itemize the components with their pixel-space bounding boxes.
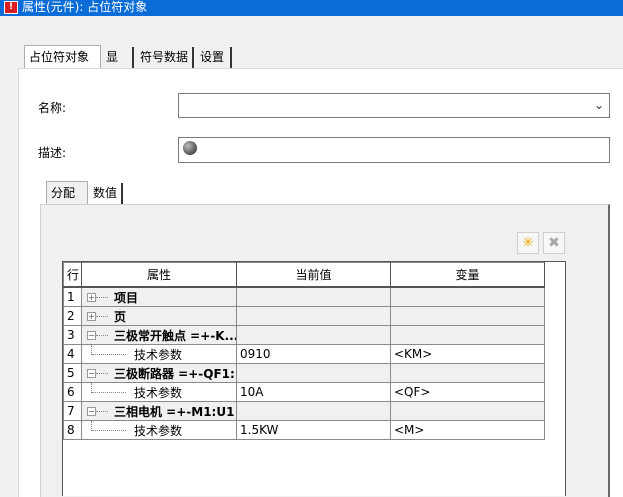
collapse-icon[interactable]: −: [87, 330, 96, 340]
tab-assignment[interactable]: 分配: [46, 181, 88, 204]
attribute-label: 技术参数: [134, 385, 183, 400]
current-value-cell[interactable]: 0910: [236, 343, 391, 364]
description-label: 描述:: [38, 146, 67, 160]
table-row[interactable]: 8 技术参数 1.5KW <M>: [63, 419, 545, 440]
attribute-label: 技术参数: [134, 347, 183, 362]
tab-placeholder-object[interactable]: 占位符对象: [24, 45, 101, 68]
attribute-label: 项目: [114, 290, 139, 305]
table-row[interactable]: 3− 三极常开触点 =+-K...: [63, 324, 545, 345]
attribute-label: 三极断路器 =+-QF1:1: [114, 366, 237, 381]
attribute-cell[interactable]: 技术参数: [81, 419, 237, 440]
globe-icon[interactable]: [183, 141, 197, 155]
title-bar: ! 属性(元件): 占位符对象: [0, 0, 623, 16]
attribute-cell[interactable]: − 三相电机 =+-M1:U1: [81, 400, 237, 421]
current-value-cell[interactable]: 1.5KW: [236, 419, 391, 440]
attribute-label: 页: [114, 309, 127, 324]
delete-x-icon[interactable]: ✖: [543, 232, 565, 254]
description-field[interactable]: [178, 137, 610, 163]
current-value-cell[interactable]: [236, 362, 391, 383]
row-number: 1: [63, 286, 82, 307]
variable-cell[interactable]: [390, 324, 545, 345]
attribute-label: 三极常开触点 =+-K...: [114, 328, 237, 343]
row-number: 4: [63, 343, 82, 364]
table-row[interactable]: 5− 三极断路器 =+-QF1:1: [63, 362, 545, 383]
variable-cell[interactable]: [390, 305, 545, 326]
collapse-icon[interactable]: −: [87, 368, 96, 378]
name-label: 名称:: [38, 101, 67, 115]
tab-symbol-data[interactable]: 符号数据: [136, 47, 194, 68]
attribute-cell[interactable]: − 三极断路器 =+-QF1:1: [81, 362, 237, 383]
variable-cell[interactable]: [390, 362, 545, 383]
row-number: 5: [63, 362, 82, 383]
chevron-down-icon[interactable]: ⌄: [594, 98, 604, 112]
warning-icon: !: [4, 1, 18, 14]
current-value-cell[interactable]: [236, 286, 391, 307]
variable-cell[interactable]: [390, 286, 545, 307]
row-number: 2: [63, 305, 82, 326]
header-current-value[interactable]: 当前值: [236, 262, 391, 288]
tab-values[interactable]: 数值: [89, 183, 123, 204]
current-value-cell[interactable]: 10A: [236, 381, 391, 402]
row-number: 3: [63, 324, 82, 345]
header-variable[interactable]: 变量: [390, 262, 545, 288]
tab-display[interactable]: 显示: [102, 47, 134, 85]
attribute-cell[interactable]: + 页: [81, 305, 237, 326]
table-row[interactable]: 4 技术参数 0910 <KM>: [63, 343, 545, 364]
attribute-cell[interactable]: − 三极常开触点 =+-K...: [81, 324, 237, 345]
table-row[interactable]: 7− 三相电机 =+-M1:U1: [63, 400, 545, 421]
attribute-label: 技术参数: [134, 423, 183, 438]
current-value-cell[interactable]: [236, 305, 391, 326]
attribute-cell[interactable]: 技术参数: [81, 381, 237, 402]
table-row[interactable]: 2 + 页: [63, 305, 545, 326]
attribute-cell[interactable]: + 项目: [81, 286, 237, 307]
expand-icon[interactable]: +: [87, 311, 96, 321]
attribute-label: 三相电机 =+-M1:U1: [114, 404, 235, 419]
window-title: 属性(元件): 占位符对象: [22, 0, 148, 14]
name-combobox[interactable]: ⌄: [178, 93, 610, 118]
attribute-cell[interactable]: 技术参数: [81, 343, 237, 364]
table-row[interactable]: 1 + 项目: [63, 286, 545, 307]
tab-settings[interactable]: 设置: [196, 47, 232, 68]
new-star-icon[interactable]: ✳: [517, 232, 539, 254]
header-attribute[interactable]: 属性: [81, 262, 237, 288]
variable-cell[interactable]: <M>: [390, 419, 545, 440]
table-row[interactable]: 6 技术参数 10A <QF>: [63, 381, 545, 402]
header-row-number: 行: [63, 262, 82, 288]
current-value-cell[interactable]: [236, 400, 391, 421]
variable-cell[interactable]: <KM>: [390, 343, 545, 364]
expand-icon[interactable]: +: [87, 292, 96, 302]
collapse-icon[interactable]: −: [87, 406, 96, 416]
property-grid: 行 属性 当前值 变量 1 + 项目 2 + 页 3− 三极常开触点 =+-K... 4 技术参数…: [62, 261, 566, 496]
current-value-cell[interactable]: [236, 324, 391, 345]
variable-cell[interactable]: <QF>: [390, 381, 545, 402]
variable-cell[interactable]: [390, 400, 545, 421]
row-number: 8: [63, 419, 82, 440]
row-number: 6: [63, 381, 82, 402]
row-number: 7: [63, 400, 82, 421]
